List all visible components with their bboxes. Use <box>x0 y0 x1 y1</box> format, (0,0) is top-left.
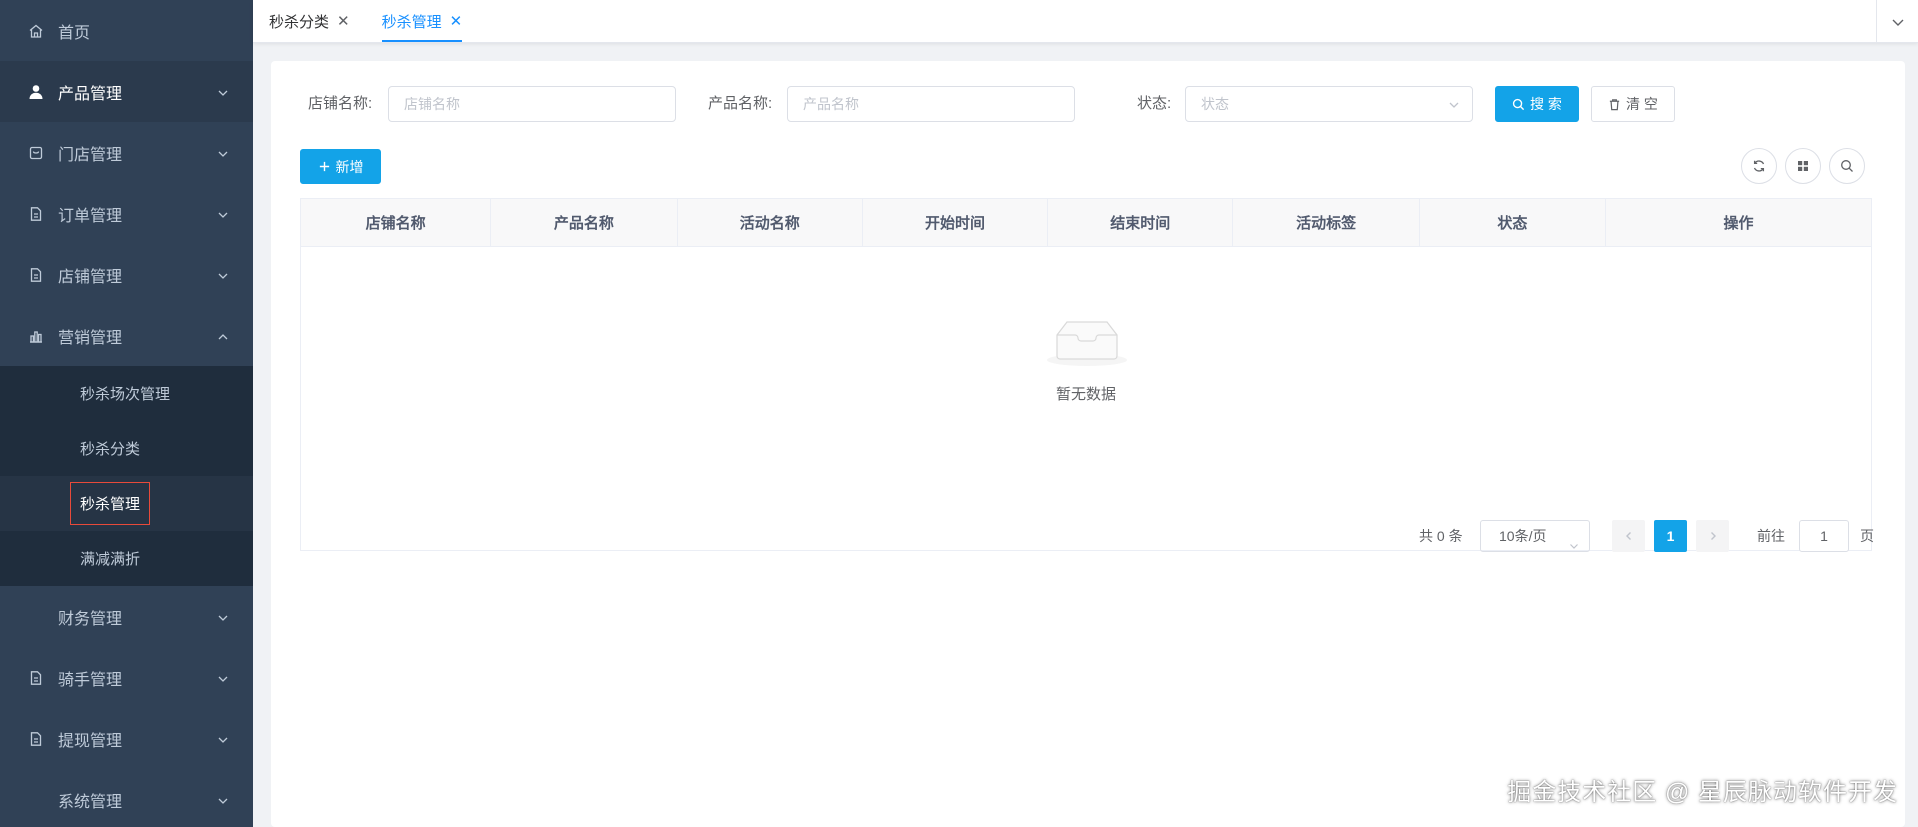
shop-name-label: 店铺名称: <box>308 95 373 112</box>
page-number-button[interactable]: 1 <box>1654 520 1687 552</box>
refresh-button[interactable] <box>1741 148 1777 184</box>
column-header-end-time[interactable]: 结束时间 <box>1048 199 1234 246</box>
table-empty-state: 暂无数据 <box>301 247 1871 550</box>
product-name-label: 产品名称: <box>708 95 773 112</box>
sidebar-item-orders[interactable]: 订单管理 <box>0 183 253 244</box>
shop-name-input[interactable] <box>388 86 676 122</box>
sidebar-subitem-seckill-categories[interactable]: 秒杀分类 <box>0 421 253 476</box>
tabs-bar: 秒杀分类 ✕ 秒杀管理 ✕ <box>253 0 1918 43</box>
chevron-down-icon <box>217 269 229 281</box>
page-size-value: 10条/页 <box>1499 528 1547 544</box>
chevron-left-icon <box>1625 532 1631 540</box>
sidebar-subitem-label: 秒杀场次管理 <box>80 386 171 403</box>
clear-button-label: 清 空 <box>1626 96 1658 112</box>
tab-label: 秒杀管理 <box>381 13 442 31</box>
chevron-down-icon <box>217 86 229 98</box>
columns-toggle-button[interactable] <box>1785 148 1821 184</box>
column-header-actions[interactable]: 操作 <box>1606 199 1871 246</box>
watermark: 掘金技术社区 @ 星辰脉动软件开发 <box>1507 779 1898 806</box>
column-header-product-name[interactable]: 产品名称 <box>491 199 678 246</box>
search-form: 店铺名称: 产品名称: 状态: 搜 索 清 空 <box>271 86 1905 122</box>
main-content: 店铺名称: 产品名称: 状态: 搜 索 清 空 新增 店铺名称 产品 <box>271 61 1905 827</box>
sidebar-subitem-label: 秒杀管理 <box>70 482 151 525</box>
status-label: 状态: <box>1137 95 1172 112</box>
chart-icon <box>27 327 45 345</box>
grid-icon <box>1798 161 1808 171</box>
home-icon <box>27 22 45 40</box>
sidebar-item-shops[interactable]: 店铺管理 <box>0 244 253 305</box>
search-icon <box>1512 98 1525 110</box>
product-name-input[interactable] <box>787 86 1075 122</box>
column-header-shop-name[interactable]: 店铺名称 <box>301 199 492 246</box>
chevron-down-icon <box>217 794 229 806</box>
toggle-search-button[interactable] <box>1829 148 1865 184</box>
tab-label: 秒杀分类 <box>269 13 330 31</box>
seckill-table: 店铺名称 产品名称 活动名称 开始时间 结束时间 活动标签 状态 操作 暂无数据 <box>300 198 1872 551</box>
add-button[interactable]: 新增 <box>300 149 381 184</box>
document-icon <box>27 669 45 687</box>
table-header: 店铺名称 产品名称 活动名称 开始时间 结束时间 活动标签 状态 操作 <box>301 199 1871 247</box>
search-icon <box>1841 160 1853 172</box>
chevron-down-icon <box>217 611 229 623</box>
close-icon[interactable]: ✕ <box>450 12 463 30</box>
chevron-right-icon <box>1710 532 1716 540</box>
clear-button[interactable]: 清 空 <box>1591 86 1675 122</box>
submenu-marketing: 秒杀场次管理 秒杀分类 秒杀管理 满减满折 <box>0 366 253 586</box>
goto-suffix: 页 <box>1860 528 1874 544</box>
document-icon <box>27 266 45 284</box>
store-icon <box>27 144 45 162</box>
sidebar-item-home[interactable]: 首页 <box>0 0 253 61</box>
plus-icon <box>319 161 329 172</box>
sidebar-subitem-seckill-sessions[interactable]: 秒杀场次管理 <box>0 366 253 421</box>
chevron-down-icon <box>217 672 229 684</box>
search-button-label: 搜 索 <box>1530 96 1562 112</box>
column-header-start-time[interactable]: 开始时间 <box>863 199 1049 246</box>
column-header-status[interactable]: 状态 <box>1420 199 1606 246</box>
page-size-select[interactable]: 10条/页 <box>1480 520 1590 552</box>
prev-page-button[interactable] <box>1612 520 1645 552</box>
document-icon <box>27 205 45 223</box>
tab-seckill-management[interactable]: 秒杀管理 ✕ <box>366 0 479 42</box>
goto-page-input[interactable] <box>1799 520 1849 552</box>
chevron-down-icon <box>217 208 229 220</box>
status-select[interactable] <box>1185 86 1473 122</box>
tab-seckill-categories[interactable]: 秒杀分类 ✕ <box>253 0 366 42</box>
sidebar-item-marketing[interactable]: 营销管理 <box>0 305 253 366</box>
trash-icon <box>1609 98 1620 110</box>
chevron-down-icon <box>217 147 229 159</box>
chevron-down-icon <box>1569 531 1579 549</box>
empty-text: 暂无数据 <box>1055 386 1116 403</box>
sidebar-subitem-label: 满减满折 <box>80 551 141 568</box>
column-header-activity-name[interactable]: 活动名称 <box>678 199 863 246</box>
sidebar-item-label: 首页 <box>58 24 91 42</box>
sidebar-item-stores[interactable]: 门店管理 <box>0 122 253 183</box>
chevron-up-icon <box>217 330 229 342</box>
chevron-down-icon <box>1892 19 1903 26</box>
sidebar-item-system[interactable]: 系统管理 <box>0 769 253 827</box>
add-button-label: 新增 <box>335 158 364 175</box>
sidebar: 首页 产品管理 门店管理 订单管理 店铺管理 营销管理 秒杀场次管理 秒杀分类 … <box>0 0 253 827</box>
sidebar-subitem-seckill-management[interactable]: 秒杀管理 <box>0 476 253 531</box>
tabs-dropdown-button[interactable] <box>1876 0 1918 43</box>
empty-inbox-icon <box>1043 310 1131 370</box>
sidebar-subitem-label: 秒杀分类 <box>80 441 141 458</box>
chevron-down-icon <box>217 733 229 745</box>
document-icon <box>27 730 45 748</box>
sidebar-subitem-full-reduction[interactable]: 满减满折 <box>0 531 253 586</box>
column-header-activity-tag[interactable]: 活动标签 <box>1233 199 1420 246</box>
refresh-icon <box>1753 160 1765 172</box>
sidebar-item-riders[interactable]: 骑手管理 <box>0 647 253 708</box>
goto-prefix: 前往 <box>1757 528 1785 544</box>
close-icon[interactable]: ✕ <box>337 12 350 30</box>
pagination: 共 0 条 10条/页 1 前往 页 <box>271 520 1905 552</box>
sidebar-item-withdrawals[interactable]: 提现管理 <box>0 708 253 769</box>
sidebar-item-products[interactable]: 产品管理 <box>0 61 253 122</box>
pagination-total: 共 0 条 <box>1419 528 1463 544</box>
search-button[interactable]: 搜 索 <box>1495 86 1579 122</box>
sidebar-item-finance[interactable]: 财务管理 <box>0 586 253 647</box>
user-icon <box>27 83 45 101</box>
next-page-button[interactable] <box>1696 520 1729 552</box>
